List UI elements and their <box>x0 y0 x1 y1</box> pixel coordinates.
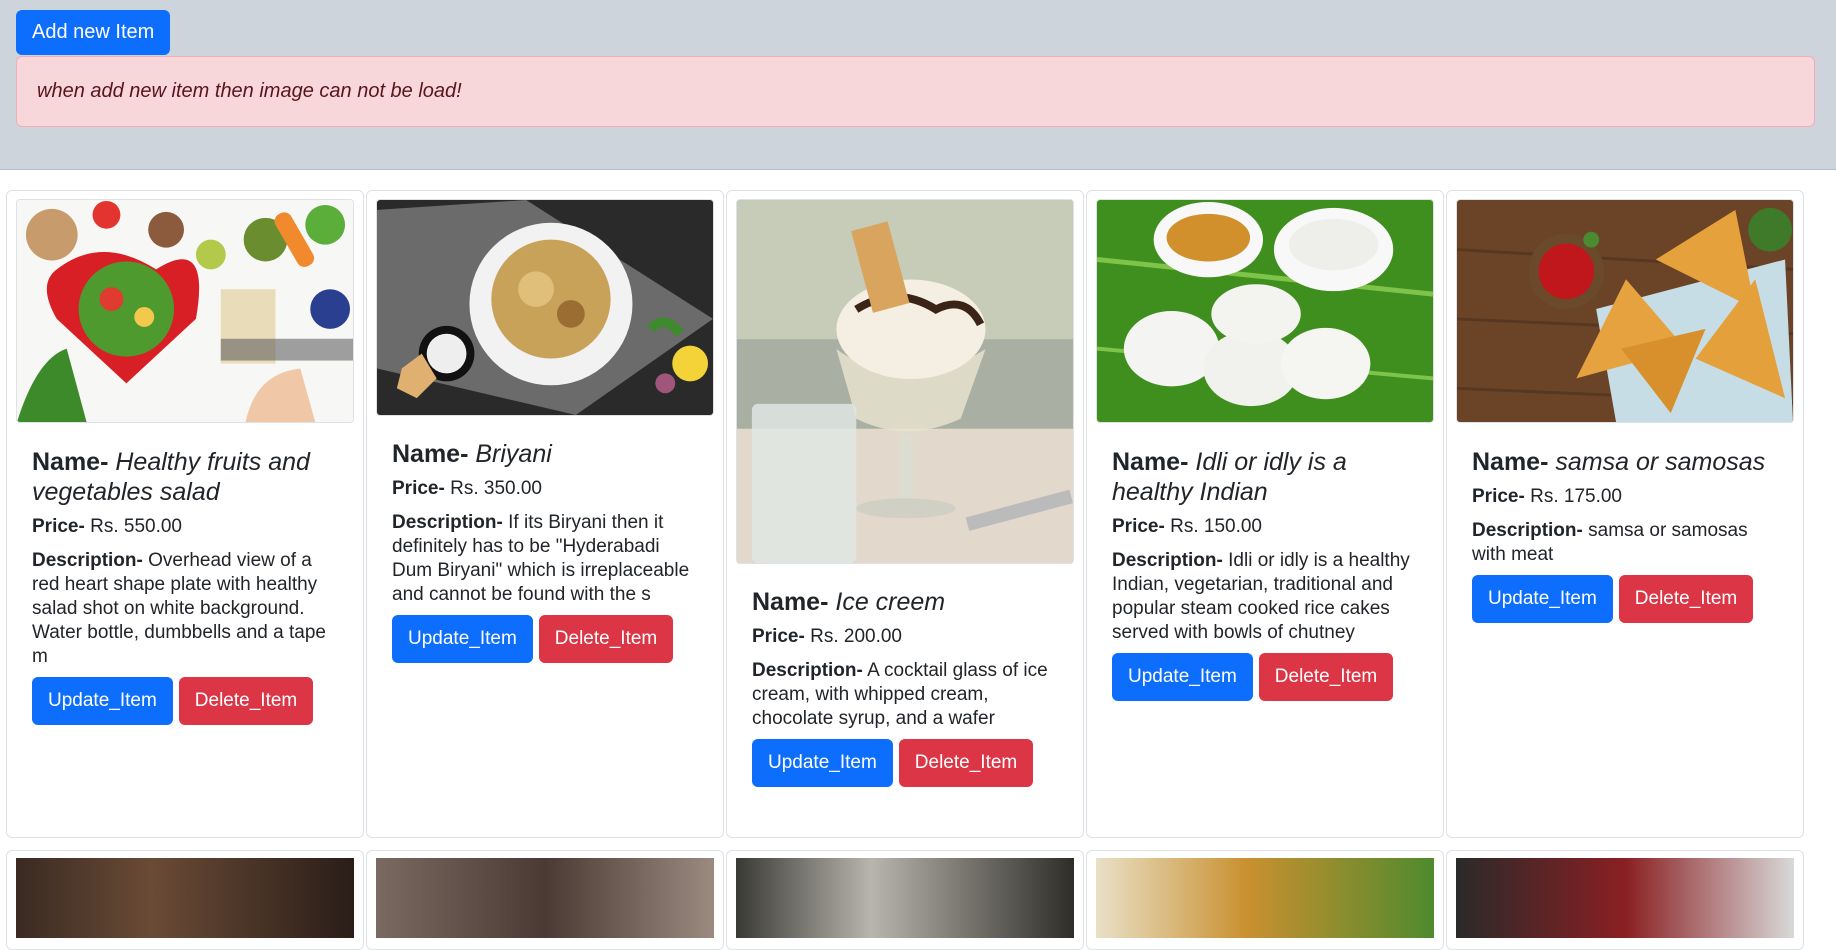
add-new-item-button[interactable]: Add new Item <box>16 10 171 55</box>
item-price: Price- Rs. 175.00 <box>1472 486 1622 507</box>
food-image <box>1096 858 1434 938</box>
item-card <box>726 850 1084 950</box>
item-card: Name- samsa or samosas Price- Rs. 175.00… <box>1446 190 1804 838</box>
alert-text: when add new item then image can not be … <box>37 80 462 102</box>
idli-image <box>1096 199 1434 423</box>
item-card <box>1446 850 1804 950</box>
item-price: Price- Rs. 150.00 <box>1112 516 1262 537</box>
item-price: Price- Rs. 200.00 <box>752 626 902 647</box>
item-description: Description- Idli or idly is a healthy I… <box>1112 550 1410 643</box>
item-card <box>1086 850 1444 950</box>
item-description: Description- samsa or samosas with meat <box>1472 520 1748 565</box>
food-image <box>736 858 1074 938</box>
item-card: Name- Idli or idly is a healthy Indian P… <box>1086 190 1444 838</box>
delete-item-button[interactable]: Delete_Item <box>898 739 1034 787</box>
item-name: Name- Briyani <box>392 440 552 468</box>
item-description: Description- If its Biryani then it defi… <box>392 512 690 605</box>
food-image <box>376 858 714 938</box>
item-description: Description- Overhead view of a red hear… <box>32 550 326 667</box>
item-price: Price- Rs. 550.00 <box>32 516 182 537</box>
item-card: Name- Healthy fruits and vegetables sala… <box>6 190 364 838</box>
ice-cream-image <box>736 199 1074 564</box>
item-name: Name- Ice creem <box>752 588 946 616</box>
warning-alert: when add new item then image can not be … <box>16 56 1815 127</box>
salad-image <box>16 199 354 423</box>
top-bar: Add new Item when add new item then imag… <box>0 0 1836 170</box>
delete-item-button[interactable]: Delete_Item <box>178 677 314 725</box>
delete-item-button[interactable]: Delete_Item <box>1258 653 1394 701</box>
item-name: Name- Idli or idly is a healthy Indian <box>1112 448 1347 506</box>
food-image <box>16 858 354 938</box>
item-name: Name- samsa or samosas <box>1472 448 1766 476</box>
item-card: Name- Briyani Price- Rs. 350.00 Descript… <box>366 190 724 838</box>
item-card <box>6 850 364 950</box>
update-item-button[interactable]: Update_Item <box>1472 575 1613 623</box>
update-item-button[interactable]: Update_Item <box>32 677 173 725</box>
food-image <box>1456 858 1794 938</box>
delete-item-button[interactable]: Delete_Item <box>538 615 674 663</box>
update-item-button[interactable]: Update_Item <box>752 739 893 787</box>
item-price: Price- Rs. 350.00 <box>392 478 542 499</box>
item-description: Description- A cocktail glass of ice cre… <box>752 660 1048 729</box>
item-card: Name- Ice creem Price- Rs. 200.00 Descri… <box>726 190 1084 838</box>
item-name: Name- Healthy fruits and vegetables sala… <box>32 448 310 506</box>
item-card <box>366 850 724 950</box>
biryani-image <box>376 199 714 416</box>
samosa-image <box>1456 199 1794 423</box>
update-item-button[interactable]: Update_Item <box>1112 653 1253 701</box>
update-item-button[interactable]: Update_Item <box>392 615 533 663</box>
delete-item-button[interactable]: Delete_Item <box>1618 575 1754 623</box>
